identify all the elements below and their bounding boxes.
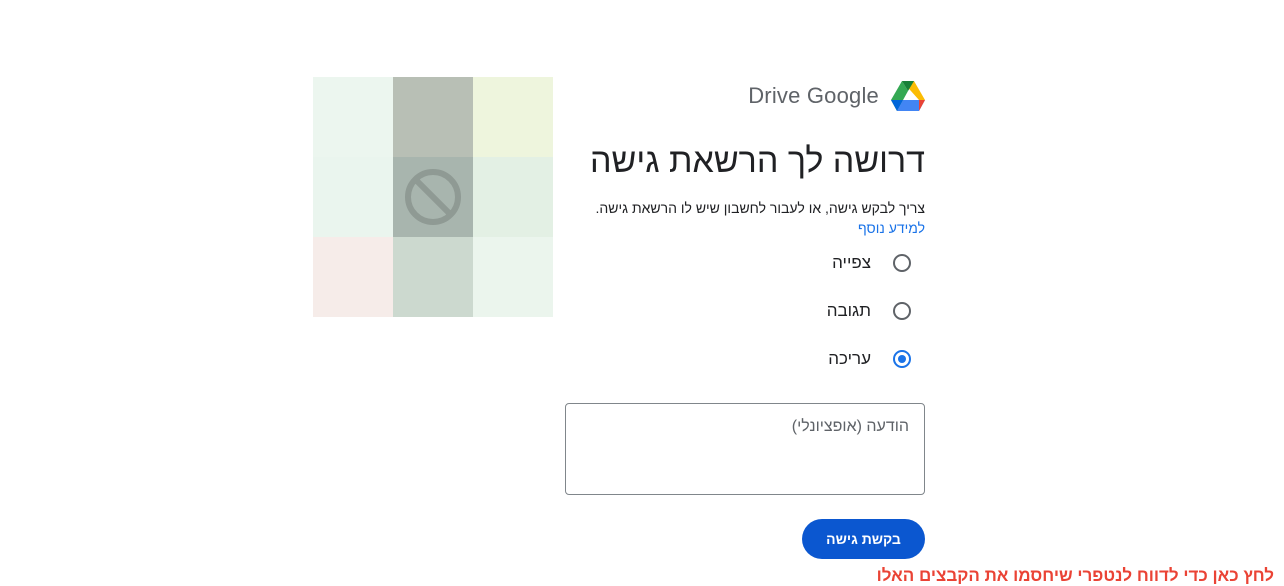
option-comment-label: תגובה [826,301,871,320]
option-edit-label: עריכה [828,349,871,368]
radio-edit[interactable] [893,350,911,368]
illustration-tile [313,157,393,237]
option-view[interactable]: צפייה [832,251,911,275]
blocked-icon [405,169,461,225]
illustration-tile [393,77,473,157]
learn-more-link[interactable]: למידע נוסף [858,220,925,236]
google-drive-logo-icon [891,81,925,111]
report-link[interactable]: לחץ כאן כדי לדווח לנטפרי שיחסמו את הקבצי… [877,566,1274,586]
radio-comment[interactable] [893,302,911,320]
google-drive-logo: Drive Google [748,79,925,113]
illustration-tile [473,157,553,237]
illustration-tile [473,77,553,157]
illustration-tile [473,237,553,317]
option-edit[interactable]: עריכה [828,347,911,371]
radio-view[interactable] [893,254,911,272]
option-comment[interactable]: תגובה [827,299,911,323]
option-view-label: צפייה [832,253,871,272]
page-title: דרושה לך הרשאת גישה [590,142,925,180]
illustration-tile [393,237,473,317]
illustration-tile [313,237,393,317]
logo-text: Drive Google [748,83,879,108]
access-description: צריך לבקש גישה, או לעבור לחשבון שיש לו ה… [595,200,925,216]
illustration-tile [313,77,393,157]
message-field[interactable] [565,403,925,495]
request-access-button[interactable]: בקשת גישה [802,519,925,559]
